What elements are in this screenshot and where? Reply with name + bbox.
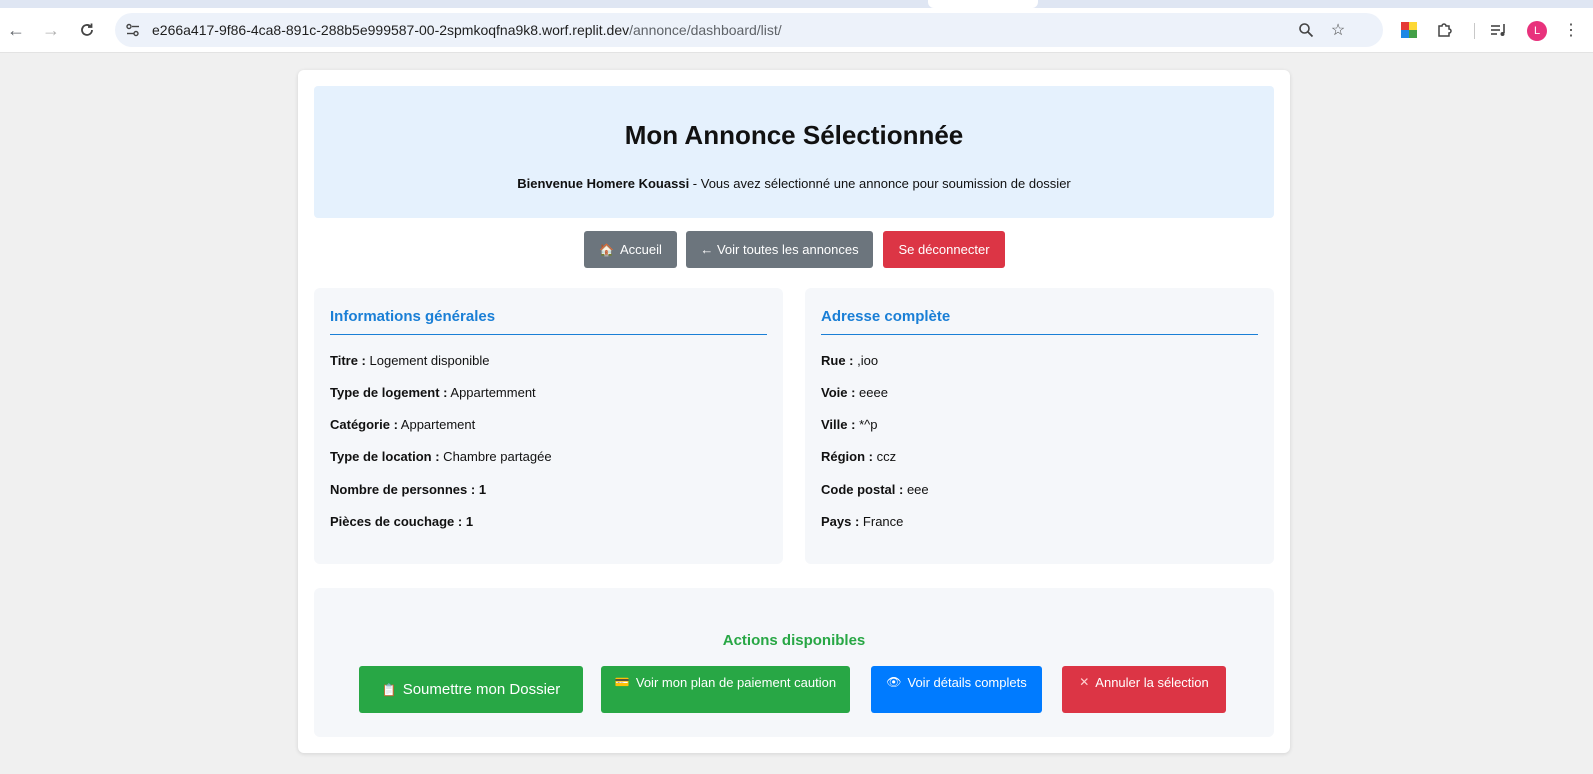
- general-info-title: Informations générales: [330, 308, 496, 325]
- payment-plan-button[interactable]: 💳 Voir mon plan de paiement caution: [601, 666, 850, 713]
- info-value: Appartemment: [447, 385, 536, 400]
- cancel-selection-button[interactable]: ✕ Annuler la sélection: [1062, 666, 1226, 713]
- bookmark-star-icon[interactable]: ☆: [1329, 21, 1347, 39]
- general-info-divider: [330, 334, 767, 335]
- url-text: e266a417-9f86-4ca8-891c-288b5e999587-00-…: [152, 22, 782, 38]
- info-value: Chambre partagée: [439, 449, 552, 464]
- info-row-titre: Titre : Logement disponible: [330, 353, 489, 368]
- tab-strip: [0, 0, 1593, 8]
- info-label: Titre :: [330, 353, 366, 368]
- address-row-pays: Pays : France: [821, 514, 903, 529]
- extensions-puzzle-icon[interactable]: [1434, 19, 1456, 41]
- address-divider: [821, 334, 1258, 335]
- address-label: Rue :: [821, 353, 854, 368]
- address-row-rue: Rue : ,ioo: [821, 353, 878, 368]
- browser-toolbar: ← → e266a417-9f86-4ca8-891c-288b5e999587…: [0, 8, 1593, 53]
- address-row-code-postal: Code postal : eee: [821, 482, 929, 497]
- logout-button[interactable]: Se déconnecter: [883, 231, 1005, 268]
- actions-title: Actions disponibles: [722, 632, 866, 649]
- active-tab[interactable]: [928, 0, 1038, 8]
- payment-plan-label: Voir mon plan de paiement caution: [635, 675, 837, 690]
- url-host: e266a417-9f86-4ca8-891c-288b5e999587-00-…: [152, 22, 630, 38]
- welcome-text: - Vous avez sélectionné une annonce pour…: [689, 176, 1071, 191]
- all-listings-button[interactable]: ← Voir toutes les annonces: [686, 231, 873, 268]
- address-label: Région :: [821, 449, 873, 464]
- general-info-panel: Informations générales Titre : Logement …: [314, 288, 783, 564]
- info-row-personnes: Nombre de personnes : 1: [330, 482, 486, 497]
- address-value: France: [859, 514, 904, 529]
- info-value: 1: [462, 514, 474, 529]
- address-label: Code postal :: [821, 482, 904, 497]
- info-value: Appartement: [397, 417, 476, 432]
- browser-menu-icon[interactable]: ⋮: [1560, 19, 1582, 41]
- reload-icon[interactable]: [75, 18, 99, 42]
- welcome-name: Bienvenue Homere Kouassi: [517, 176, 690, 191]
- address-label: Voie :: [821, 385, 856, 400]
- welcome-message: Bienvenue Homere Kouassi - Vous avez sél…: [314, 176, 1274, 191]
- address-label: Pays :: [821, 514, 860, 529]
- address-bar[interactable]: e266a417-9f86-4ca8-891c-288b5e999587-00-…: [115, 13, 1383, 47]
- info-label: Type de location :: [330, 449, 440, 464]
- address-row-region: Région : ccz: [821, 449, 896, 464]
- main-card: Mon Annonce Sélectionnée Bienvenue Homer…: [298, 70, 1290, 753]
- address-label: Ville :: [821, 417, 856, 432]
- cancel-selection-label: Annuler la sélection: [1095, 675, 1209, 690]
- info-row-categorie: Catégorie : Appartement: [330, 417, 475, 432]
- url-path: /annonce/dashboard/list/: [629, 22, 782, 38]
- address-title: Adresse complète: [821, 308, 951, 325]
- logout-label: Se déconnecter: [898, 242, 990, 257]
- toolbar-divider: [1474, 23, 1475, 39]
- info-row-type-logement: Type de logement : Appartemment: [330, 385, 536, 400]
- page-header: Mon Annonce Sélectionnée Bienvenue Homer…: [314, 86, 1274, 218]
- credit-card-icon: 💳: [614, 675, 630, 689]
- site-info-icon[interactable]: [125, 22, 141, 38]
- address-value: ,ioo: [853, 353, 879, 368]
- cross-icon: ✕: [1079, 675, 1090, 689]
- address-value: eee: [903, 482, 929, 497]
- address-row-voie: Voie : eeee: [821, 385, 888, 400]
- info-label: Type de logement :: [330, 385, 448, 400]
- zoom-icon[interactable]: [1297, 21, 1315, 39]
- address-value: *^p: [855, 417, 878, 432]
- profile-avatar[interactable]: L: [1527, 21, 1547, 41]
- address-row-ville: Ville : *^p: [821, 417, 877, 432]
- submit-dossier-label: Soumettre mon Dossier: [402, 681, 561, 698]
- home-button-label: Accueil: [620, 242, 662, 257]
- back-icon[interactable]: ←: [4, 18, 28, 42]
- info-row-type-location: Type de location : Chambre partagée: [330, 449, 552, 464]
- address-value: ccz: [873, 449, 897, 464]
- view-details-button[interactable]: 👁 Voir détails complets: [871, 666, 1042, 713]
- page-title: Mon Annonce Sélectionnée: [624, 120, 964, 150]
- all-listings-label: ← Voir toutes les annonces: [700, 242, 859, 257]
- house-icon: 🏠: [599, 242, 615, 257]
- address-value: eeee: [855, 385, 888, 400]
- extension-color-icon[interactable]: [1398, 19, 1420, 41]
- info-row-pieces: Pièces de couchage : 1: [330, 514, 473, 529]
- actions-panel: Actions disponibles 📋 Soumettre mon Dossi…: [314, 588, 1274, 737]
- info-label: Catégorie :: [330, 417, 398, 432]
- info-label: Nombre de personnes :: [330, 482, 476, 497]
- info-value: Logement disponible: [365, 353, 490, 368]
- submit-dossier-button[interactable]: 📋 Soumettre mon Dossier: [359, 666, 583, 713]
- info-label: Pièces de couchage :: [330, 514, 463, 529]
- view-details-label: Voir détails complets: [907, 675, 1027, 690]
- media-queue-icon[interactable]: [1488, 19, 1510, 41]
- forward-icon[interactable]: →: [39, 18, 63, 42]
- eye-icon: 👁: [886, 675, 902, 689]
- clipboard-icon: 📋: [381, 682, 397, 697]
- address-panel: Adresse complète Rue : ,ioo Voie : eeee …: [805, 288, 1274, 564]
- home-button[interactable]: 🏠 Accueil: [584, 231, 677, 268]
- info-value: 1: [475, 482, 487, 497]
